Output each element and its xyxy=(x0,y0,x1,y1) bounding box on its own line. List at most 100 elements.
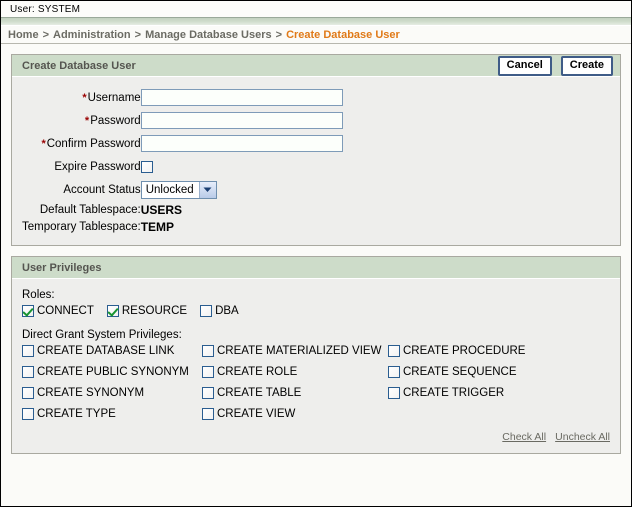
privilege-create-database-link[interactable]: CREATE DATABASE LINK xyxy=(22,345,174,357)
default-tablespace-value: USERS xyxy=(140,202,183,217)
breadcrumb-separator: > xyxy=(275,28,283,41)
role-resource-label: RESOURCE xyxy=(121,305,188,317)
privilege-create-synonym-checkbox[interactable] xyxy=(22,387,34,399)
privilege-create-database-link-label: CREATE DATABASE LINK xyxy=(37,345,175,357)
form-row-temporary-tablespace: Temporary Tablespace: TEMP xyxy=(22,218,343,235)
breadcrumb-item-create-database-user: Create Database User xyxy=(286,28,400,41)
privilege-create-table[interactable]: CREATE TABLE xyxy=(202,387,301,399)
create-database-user-panel: Create Database User Cancel Create *User… xyxy=(11,54,621,246)
user-privileges-panel-header: User Privileges xyxy=(12,257,620,279)
system-privileges-section-label: Direct Grant System Privileges: xyxy=(22,329,182,341)
privilege-create-type[interactable]: CREATE TYPE xyxy=(22,408,116,420)
privilege-create-view-label: CREATE VIEW xyxy=(217,408,296,420)
privilege-create-materialized-view-label: CREATE MATERIALIZED VIEW xyxy=(217,345,382,357)
role-connect-label: CONNECT xyxy=(37,305,94,317)
role-resource-checkbox[interactable] xyxy=(106,305,119,317)
privilege-create-trigger[interactable]: CREATE TRIGGER xyxy=(388,387,504,399)
default-tablespace-label: Default Tablespace: xyxy=(39,203,141,216)
privilege-create-procedure-label: CREATE PROCEDURE xyxy=(403,345,526,357)
create-user-panel-title: Create Database User xyxy=(22,59,136,72)
account-status-label: Account Status xyxy=(63,183,141,196)
privilege-create-view-checkbox[interactable] xyxy=(202,408,214,420)
role-dba[interactable]: DBA xyxy=(200,305,239,317)
create-user-panel-actions: Cancel Create xyxy=(497,55,613,76)
account-status-selected-value: Unlocked xyxy=(141,181,199,198)
privilege-create-sequence[interactable]: CREATE SEQUENCE xyxy=(388,366,517,378)
privilege-create-materialized-view[interactable]: CREATE MATERIALIZED VIEW xyxy=(202,345,381,357)
privilege-create-table-checkbox[interactable] xyxy=(202,387,214,399)
create-button[interactable]: Create xyxy=(560,55,613,76)
username-label-cell: *Username xyxy=(22,86,141,109)
privilege-create-public-synonym-label: CREATE PUBLIC SYNONYM xyxy=(37,366,189,378)
role-connect[interactable]: CONNECT xyxy=(22,305,94,317)
privilege-create-type-checkbox[interactable] xyxy=(22,408,34,420)
privilege-create-role-label: CREATE ROLE xyxy=(217,366,298,378)
privilege-row: CREATE TYPE CREATE VIEW xyxy=(22,408,610,429)
uncheck-all-link[interactable]: Uncheck All xyxy=(555,431,610,443)
confirm-password-input[interactable] xyxy=(140,135,343,152)
privilege-create-synonym[interactable]: CREATE SYNONYM xyxy=(22,387,144,399)
breadcrumb: Home > Administration > Manage Database … xyxy=(1,26,631,44)
privilege-create-synonym-label: CREATE SYNONYM xyxy=(37,387,145,399)
user-privileges-panel-body: Roles: CONNECT RESOURCE DBA Direct Grant… xyxy=(12,279,620,453)
breadcrumb-item-administration[interactable]: Administration xyxy=(53,29,131,41)
privilege-create-materialized-view-checkbox[interactable] xyxy=(202,345,214,357)
privilege-create-type-label: CREATE TYPE xyxy=(37,408,116,420)
page-root: User: SYSTEM Home > Administration > Man… xyxy=(0,0,632,507)
privilege-create-trigger-label: CREATE TRIGGER xyxy=(403,387,505,399)
create-user-panel-body: *Username *Password *Confirm Password Ex… xyxy=(12,77,620,245)
breadcrumb-item-home[interactable]: Home xyxy=(8,29,39,41)
password-label-cell: *Password xyxy=(22,109,141,132)
current-user-label: User: SYSTEM xyxy=(10,3,81,15)
form-row-confirm-password: *Confirm Password xyxy=(22,132,343,155)
role-resource[interactable]: RESOURCE xyxy=(106,305,188,317)
system-privileges-grid: CREATE DATABASE LINK CREATE MATERIALIZED… xyxy=(22,345,610,429)
privilege-row: CREATE SYNONYM CREATE TABLE CREATE TRIGG… xyxy=(22,387,610,408)
temporary-tablespace-label: Temporary Tablespace: xyxy=(22,220,141,233)
check-all-link[interactable]: Check All xyxy=(502,431,546,443)
username-input[interactable] xyxy=(140,89,343,106)
user-privileges-panel: User Privileges Roles: CONNECT RESOURCE … xyxy=(11,256,621,454)
temporary-tablespace-value: TEMP xyxy=(140,219,175,234)
user-privileges-panel-title: User Privileges xyxy=(22,261,102,274)
create-user-form: *Username *Password *Confirm Password Ex… xyxy=(22,86,343,235)
breadcrumb-separator: > xyxy=(42,28,49,41)
username-label: Username xyxy=(87,91,141,104)
privilege-create-role-checkbox[interactable] xyxy=(202,366,214,378)
privilege-create-procedure-checkbox[interactable] xyxy=(388,345,400,357)
expire-password-checkbox[interactable] xyxy=(140,160,153,173)
password-input[interactable] xyxy=(140,112,343,129)
privilege-create-public-synonym-checkbox[interactable] xyxy=(22,366,34,378)
privilege-create-sequence-label: CREATE SEQUENCE xyxy=(403,366,517,378)
privilege-create-trigger-checkbox[interactable] xyxy=(388,387,400,399)
privilege-create-database-link-checkbox[interactable] xyxy=(22,345,34,357)
expire-password-label-cell: Expire Password xyxy=(22,155,141,178)
form-row-password: *Password xyxy=(22,109,343,132)
check-all-links-row: Check All Uncheck All xyxy=(22,429,610,443)
roles-section-label: Roles: xyxy=(22,289,55,301)
user-bar: User: SYSTEM xyxy=(1,1,631,18)
privilege-create-role[interactable]: CREATE ROLE xyxy=(202,366,297,378)
account-status-label-cell: Account Status xyxy=(22,178,141,201)
form-row-username: *Username xyxy=(22,86,343,109)
privilege-row: CREATE DATABASE LINK CREATE MATERIALIZED… xyxy=(22,345,610,366)
privilege-create-view[interactable]: CREATE VIEW xyxy=(202,408,295,420)
form-row-account-status: Account Status Unlocked xyxy=(22,178,343,201)
cancel-button[interactable]: Cancel xyxy=(497,55,552,76)
role-dba-label: DBA xyxy=(215,305,239,317)
form-row-default-tablespace: Default Tablespace: USERS xyxy=(22,201,343,218)
privilege-create-public-synonym[interactable]: CREATE PUBLIC SYNONYM xyxy=(22,366,189,378)
role-dba-checkbox[interactable] xyxy=(200,305,213,317)
breadcrumb-item-manage-database-users[interactable]: Manage Database Users xyxy=(145,29,272,41)
chevron-down-icon xyxy=(198,181,216,198)
create-user-panel-header: Create Database User Cancel Create xyxy=(12,55,620,77)
role-connect-checkbox[interactable] xyxy=(22,305,34,317)
password-label: Password xyxy=(90,114,141,127)
form-row-expire-password: Expire Password xyxy=(22,155,343,178)
privilege-row: CREATE PUBLIC SYNONYM CREATE ROLE CREATE… xyxy=(22,366,610,387)
account-status-select[interactable]: Unlocked xyxy=(140,180,217,199)
privilege-create-procedure[interactable]: CREATE PROCEDURE xyxy=(388,345,525,357)
privilege-create-sequence-checkbox[interactable] xyxy=(388,366,400,378)
expire-password-label: Expire Password xyxy=(54,160,141,173)
privilege-create-table-label: CREATE TABLE xyxy=(217,387,302,399)
